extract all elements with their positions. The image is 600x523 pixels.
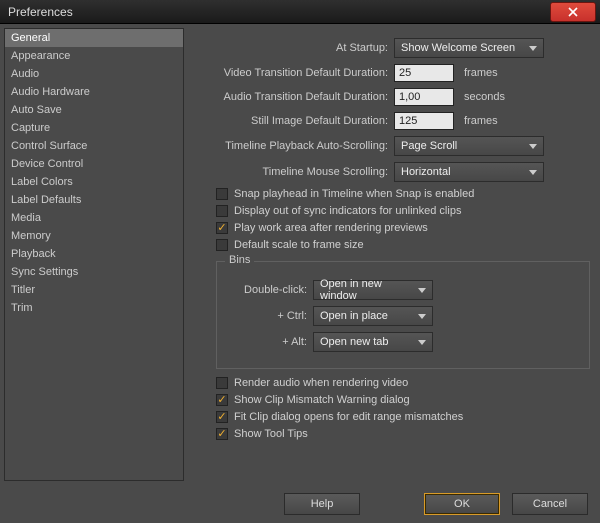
bins-dblclick-select[interactable]: Open in new window bbox=[313, 280, 433, 300]
chevron-down-icon bbox=[418, 314, 426, 319]
checkbox-label-fitClip: Fit Clip dialog opens for edit range mis… bbox=[234, 411, 463, 423]
sidebar-item-playback[interactable]: Playback bbox=[5, 245, 183, 263]
bins-alt-value: Open new tab bbox=[320, 336, 389, 348]
category-sidebar[interactable]: GeneralAppearanceAudioAudio HardwareAuto… bbox=[4, 28, 184, 481]
timeline-mouse-label: Timeline Mouse Scrolling: bbox=[198, 166, 388, 178]
sidebar-item-memory[interactable]: Memory bbox=[5, 227, 183, 245]
at-startup-value: Show Welcome Screen bbox=[401, 42, 515, 54]
close-icon bbox=[568, 7, 578, 17]
at-startup-select[interactable]: Show Welcome Screen bbox=[394, 38, 544, 58]
checkbox-renderAudio[interactable] bbox=[216, 377, 228, 389]
sidebar-item-audio-hardware[interactable]: Audio Hardware bbox=[5, 83, 183, 101]
still-dur-label: Still Image Default Duration: bbox=[198, 115, 388, 127]
timeline-auto-value: Page Scroll bbox=[401, 140, 457, 152]
option-playWorkArea: Play work area after rendering previews bbox=[216, 222, 590, 234]
audio-trans-label: Audio Transition Default Duration: bbox=[198, 91, 388, 103]
checkbox-label-displayOOS: Display out of sync indicators for unlin… bbox=[234, 205, 461, 217]
timeline-auto-label: Timeline Playback Auto-Scrolling: bbox=[198, 140, 388, 152]
bins-alt-label: + Alt: bbox=[227, 336, 307, 348]
frames-unit-2: frames bbox=[460, 115, 498, 127]
checkbox-playWorkArea[interactable] bbox=[216, 222, 228, 234]
checkbox-label-showMismatch: Show Clip Mismatch Warning dialog bbox=[234, 394, 410, 406]
bins-alt-select[interactable]: Open new tab bbox=[313, 332, 433, 352]
checkbox-label-snapPlayhead: Snap playhead in Timeline when Snap is e… bbox=[234, 188, 474, 200]
bins-ctrl-label: + Ctrl: bbox=[227, 310, 307, 322]
sidebar-item-media[interactable]: Media bbox=[5, 209, 183, 227]
sidebar-item-titler[interactable]: Titler bbox=[5, 281, 183, 299]
chevron-down-icon bbox=[529, 170, 537, 175]
video-trans-label: Video Transition Default Duration: bbox=[198, 67, 388, 79]
chevron-down-icon bbox=[529, 46, 537, 51]
option-showMismatch: Show Clip Mismatch Warning dialog bbox=[216, 394, 590, 406]
checkbox-showMismatch[interactable] bbox=[216, 394, 228, 406]
sidebar-item-label-defaults[interactable]: Label Defaults bbox=[5, 191, 183, 209]
checkbox-showTooltips[interactable] bbox=[216, 428, 228, 440]
chevron-down-icon bbox=[418, 288, 426, 293]
timeline-auto-select[interactable]: Page Scroll bbox=[394, 136, 544, 156]
bins-ctrl-value: Open in place bbox=[320, 310, 388, 322]
cancel-button[interactable]: Cancel bbox=[512, 493, 588, 515]
bins-group: Bins Double-click: Open in new window + … bbox=[216, 261, 590, 369]
title-bar: Preferences bbox=[0, 0, 600, 24]
content-area: GeneralAppearanceAudioAudio HardwareAuto… bbox=[0, 24, 600, 485]
sidebar-item-device-control[interactable]: Device Control bbox=[5, 155, 183, 173]
option-snapPlayhead: Snap playhead in Timeline when Snap is e… bbox=[216, 188, 590, 200]
sidebar-item-auto-save[interactable]: Auto Save bbox=[5, 101, 183, 119]
chevron-down-icon bbox=[418, 340, 426, 345]
bins-title: Bins bbox=[225, 254, 254, 266]
seconds-unit: seconds bbox=[460, 91, 505, 103]
option-renderAudio: Render audio when rendering video bbox=[216, 377, 590, 389]
sidebar-item-label-colors[interactable]: Label Colors bbox=[5, 173, 183, 191]
checkbox-displayOOS[interactable] bbox=[216, 205, 228, 217]
checkbox-label-renderAudio: Render audio when rendering video bbox=[234, 377, 408, 389]
window-title: Preferences bbox=[8, 5, 73, 19]
bins-dblclick-value: Open in new window bbox=[320, 278, 418, 302]
option-defaultScale: Default scale to frame size bbox=[216, 239, 590, 251]
timeline-mouse-value: Horizontal bbox=[401, 166, 451, 178]
ok-button[interactable]: OK bbox=[424, 493, 500, 515]
checkbox-label-defaultScale: Default scale to frame size bbox=[234, 239, 364, 251]
sidebar-item-general[interactable]: General bbox=[5, 29, 183, 47]
sidebar-item-trim[interactable]: Trim bbox=[5, 299, 183, 317]
audio-trans-input[interactable] bbox=[394, 88, 454, 106]
video-trans-input[interactable] bbox=[394, 64, 454, 82]
timeline-mouse-select[interactable]: Horizontal bbox=[394, 162, 544, 182]
checkbox-fitClip[interactable] bbox=[216, 411, 228, 423]
checkbox-label-showTooltips: Show Tool Tips bbox=[234, 428, 308, 440]
option-showTooltips: Show Tool Tips bbox=[216, 428, 590, 440]
checkbox-label-playWorkArea: Play work area after rendering previews bbox=[234, 222, 428, 234]
bins-ctrl-select[interactable]: Open in place bbox=[313, 306, 433, 326]
sidebar-item-sync-settings[interactable]: Sync Settings bbox=[5, 263, 183, 281]
option-fitClip: Fit Clip dialog opens for edit range mis… bbox=[216, 411, 590, 423]
option-displayOOS: Display out of sync indicators for unlin… bbox=[216, 205, 590, 217]
checkbox-defaultScale[interactable] bbox=[216, 239, 228, 251]
sidebar-item-control-surface[interactable]: Control Surface bbox=[5, 137, 183, 155]
chevron-down-icon bbox=[529, 144, 537, 149]
at-startup-label: At Startup: bbox=[198, 42, 388, 54]
frames-unit: frames bbox=[460, 67, 498, 79]
checkbox-snapPlayhead[interactable] bbox=[216, 188, 228, 200]
sidebar-item-appearance[interactable]: Appearance bbox=[5, 47, 183, 65]
close-button[interactable] bbox=[550, 2, 596, 22]
sidebar-item-audio[interactable]: Audio bbox=[5, 65, 183, 83]
still-dur-input[interactable] bbox=[394, 112, 454, 130]
help-button[interactable]: Help bbox=[284, 493, 360, 515]
bins-dblclick-label: Double-click: bbox=[227, 284, 307, 296]
sidebar-item-capture[interactable]: Capture bbox=[5, 119, 183, 137]
dialog-footer: Help OK Cancel bbox=[0, 485, 600, 523]
general-panel: At Startup: Show Welcome Screen Video Tr… bbox=[184, 28, 596, 481]
